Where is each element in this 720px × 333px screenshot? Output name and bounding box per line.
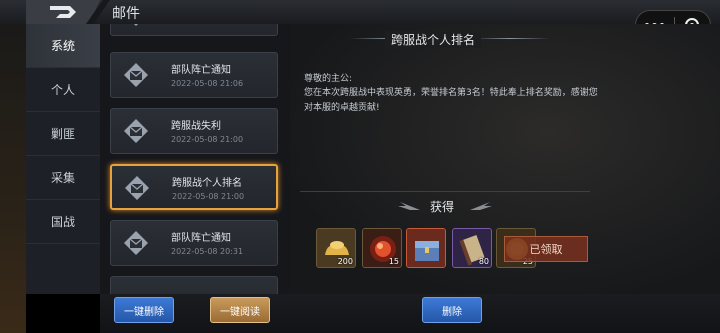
mail-title: 部队阵亡通知: [171, 65, 231, 76]
mail-item-selected[interactable]: 跨服战个人排名 2022-05-08 21:00: [110, 164, 278, 210]
mail-envelope-icon: [124, 119, 148, 143]
bottom-toolbar: 一键删除 一键阅读 删除: [100, 294, 720, 333]
mail-item[interactable]: 部队阵亡通知 2022-05-08 20:31: [110, 220, 278, 266]
treasure-chest-icon: [407, 229, 445, 267]
right-wing-ornament-icon: [470, 202, 492, 210]
category-sidebar: 系统 个人 剿匪 采集 国战: [26, 24, 100, 294]
mail-envelope-icon: [124, 63, 148, 87]
salutation: 尊敬的主公:: [304, 74, 353, 84]
game-logo-icon: [50, 6, 76, 18]
tab-personal[interactable]: 个人: [26, 68, 100, 112]
mail-item[interactable]: 跨服战失利 2022-05-08 21:00: [110, 108, 278, 154]
mail-item[interactable]: 部队阵亡通知 2022-05-08 21:06: [110, 52, 278, 98]
reward-item[interactable]: 15: [362, 228, 402, 268]
reward-item[interactable]: 80: [452, 228, 492, 268]
left-wing-ornament-icon: [398, 202, 420, 210]
claimed-badge: 已领取: [504, 236, 588, 262]
mail-title: 跨服战失利: [171, 121, 221, 132]
top-bar: 邮件: [0, 0, 720, 24]
page-title: 邮件: [112, 6, 140, 22]
reward-item[interactable]: [406, 228, 446, 268]
divider: [300, 191, 590, 192]
mail-envelope-icon: [124, 231, 148, 255]
tab-system[interactable]: 系统: [26, 24, 100, 68]
mail-body: 您在本次跨服战中表现英勇，荣誉排名第3名！特此奉上排名奖励，感谢您对本服的卓越贡…: [304, 88, 598, 113]
mail-envelope-icon: [125, 176, 149, 200]
reward-count: 15: [388, 257, 399, 266]
mail-title: 部队阵亡通知: [171, 233, 231, 244]
reward-count: 200: [337, 257, 353, 266]
rewards-heading: 获得: [430, 200, 455, 214]
delete-all-button[interactable]: 一键删除: [114, 297, 174, 323]
reward-count: 80: [478, 257, 489, 266]
mail-date: 2022-05-08 21:00: [172, 192, 245, 201]
mail-item-partial[interactable]: [110, 24, 278, 36]
mail-detail: 跨服战个人排名 尊敬的主公: 您在本次跨服战中表现英勇，荣誉排名第3名！特此奉上…: [290, 24, 720, 294]
mail-date: 2022-05-08 21:06: [171, 79, 244, 88]
mail-date: 2022-05-08 20:31: [171, 247, 244, 256]
mail-list: 部队阵亡通知 2022-05-08 21:06 跨服战失利 2022-05-08…: [100, 24, 290, 294]
mail-envelope-icon: [134, 24, 138, 26]
mail-title: 跨服战个人排名: [172, 178, 242, 189]
read-all-button[interactable]: 一键阅读: [210, 297, 270, 323]
background-strip: [0, 24, 26, 333]
reward-item[interactable]: 200: [316, 228, 356, 268]
tab-gathering[interactable]: 采集: [26, 156, 100, 200]
tab-national-war[interactable]: 国战: [26, 200, 100, 244]
delete-button[interactable]: 删除: [422, 297, 482, 323]
tab-bandits[interactable]: 剿匪: [26, 112, 100, 156]
mail-detail-title: 跨服战个人排名: [385, 31, 482, 48]
mail-date: 2022-05-08 21:00: [171, 135, 244, 144]
mail-item-partial[interactable]: [110, 276, 278, 294]
